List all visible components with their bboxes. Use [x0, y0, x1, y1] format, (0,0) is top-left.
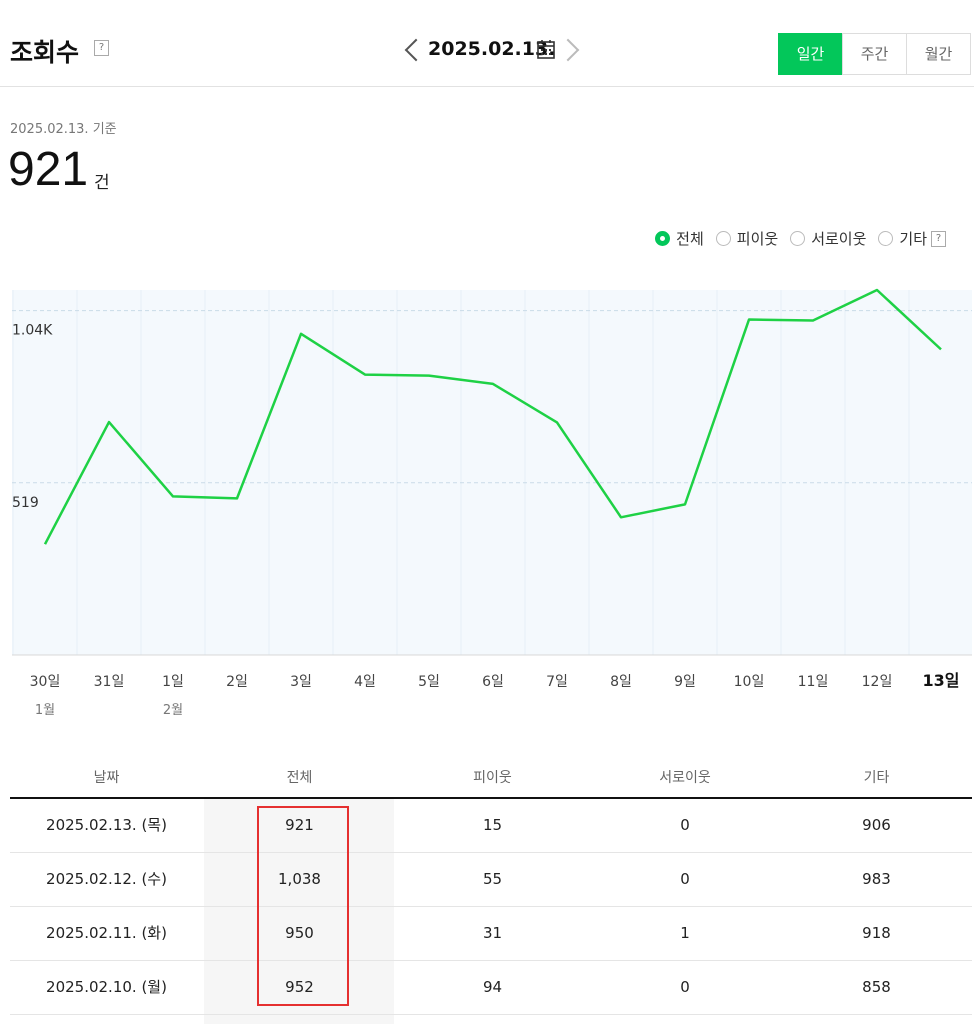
column-header: 날짜 [93, 770, 120, 786]
x-tick-label: 13일 [923, 671, 960, 690]
filter-label: 피이웃 [736, 230, 779, 248]
filter-other[interactable]: 기타? [878, 228, 946, 249]
y-tick-label: 1.04K [12, 323, 53, 339]
next-date-icon[interactable] [556, 38, 580, 62]
series-filter: 전체 피이웃 서로이웃 기타? [643, 228, 946, 249]
radio-icon [878, 231, 894, 246]
filter-label: 전체 [676, 230, 704, 248]
column-header: 피이웃 [473, 770, 512, 786]
table-cell: 55 [482, 870, 503, 888]
x-tick-label: 2일 [226, 674, 248, 690]
radio-icon [790, 231, 806, 246]
x-tick-label: 9일 [674, 674, 696, 690]
x-tick-label: 7일 [546, 674, 568, 690]
help-icon[interactable]: ? [94, 40, 109, 56]
table-cell: 0 [680, 816, 690, 834]
table-cell: 858 [862, 978, 891, 996]
period-daily-button[interactable]: 일간 [778, 33, 843, 75]
summary-unit: 건 [94, 173, 110, 193]
page-title: 조회수 ? [10, 33, 109, 69]
table-row: 2025.02.10. (월) 952 94 0 858 [10, 961, 972, 1015]
table-cell: 2025.02.11. (화) [46, 924, 167, 942]
header: 조회수 ? 2025.02.13. 일간 주간 월간 [0, 0, 974, 87]
month-label: 1월 [35, 703, 55, 718]
x-tick-label: 3일 [290, 674, 312, 690]
x-tick-label: 31일 [94, 674, 125, 690]
period-toggle: 일간 주간 월간 [778, 33, 971, 75]
table-row: 2025.02.12. (수) 1,038 55 0 983 [10, 853, 972, 907]
table-cell: 2025.02.10. (월) [46, 978, 167, 996]
x-tick-label: 6일 [482, 674, 504, 690]
radio-icon [715, 231, 731, 246]
filter-all[interactable]: 전체 [655, 228, 704, 249]
x-tick-label: 30일 [30, 674, 61, 690]
table-row: 2025.02.13. (목) 921 15 0 906 [10, 799, 972, 853]
line-chart: 519 1.04K 30일 1월 31일 1일 2월 2일 3일 4일 5일 6일 7일 8일 9일 10일 1… [12, 288, 972, 718]
filter-label: 기타 [899, 230, 927, 248]
highlight-box [257, 806, 349, 1006]
column-header: 전체 [286, 770, 313, 786]
period-weekly-button[interactable]: 주간 [842, 33, 907, 75]
x-tick-label: 5일 [418, 674, 440, 690]
calendar-icon[interactable] [537, 39, 555, 59]
summary-date: 2025.02.13. 기준 [10, 122, 117, 137]
table-cell: 94 [482, 978, 503, 996]
table-cell: 983 [862, 870, 891, 888]
radio-selected-icon [655, 231, 671, 246]
table-cell: 0 [680, 870, 690, 888]
filter-label: 서로이웃 [811, 230, 867, 248]
x-tick-label: 4일 [354, 674, 376, 690]
summary-value: 921 [8, 143, 89, 196]
stats-table: 날짜 전체 피이웃 서로이웃 기타 2025.02.13. (목) 921 15… [10, 760, 972, 1015]
period-monthly-button[interactable]: 월간 [906, 33, 971, 75]
prev-date-icon[interactable] [404, 38, 428, 62]
help-icon[interactable]: ? [931, 230, 946, 247]
column-header: 기타 [863, 770, 890, 786]
table-header: 날짜 전체 피이웃 서로이웃 기타 [10, 760, 972, 799]
y-tick-label: 519 [12, 495, 39, 511]
x-tick-label: 11일 [798, 674, 829, 690]
filter-mutual[interactable]: 서로이웃 [790, 228, 866, 249]
table-cell: 2025.02.12. (수) [46, 870, 167, 888]
month-label: 2월 [163, 703, 183, 718]
x-tick-label: 12일 [862, 674, 893, 690]
table-cell: 1 [680, 924, 690, 942]
table-cell: 0 [680, 978, 690, 996]
x-tick-label: 10일 [734, 674, 765, 690]
table-cell: 2025.02.13. (목) [46, 816, 167, 834]
table-cell: 906 [862, 816, 891, 834]
table-cell: 31 [482, 924, 503, 942]
x-tick-label: 1일 [162, 674, 184, 690]
table-row: 2025.02.11. (화) 950 31 1 918 [10, 907, 972, 961]
table-cell: 918 [862, 924, 891, 942]
filter-neighbor[interactable]: 피이웃 [715, 228, 779, 249]
table-cell: 15 [482, 816, 503, 834]
plot-area [12, 290, 972, 655]
column-header: 서로이웃 [659, 770, 711, 786]
x-tick-label: 8일 [610, 674, 632, 690]
